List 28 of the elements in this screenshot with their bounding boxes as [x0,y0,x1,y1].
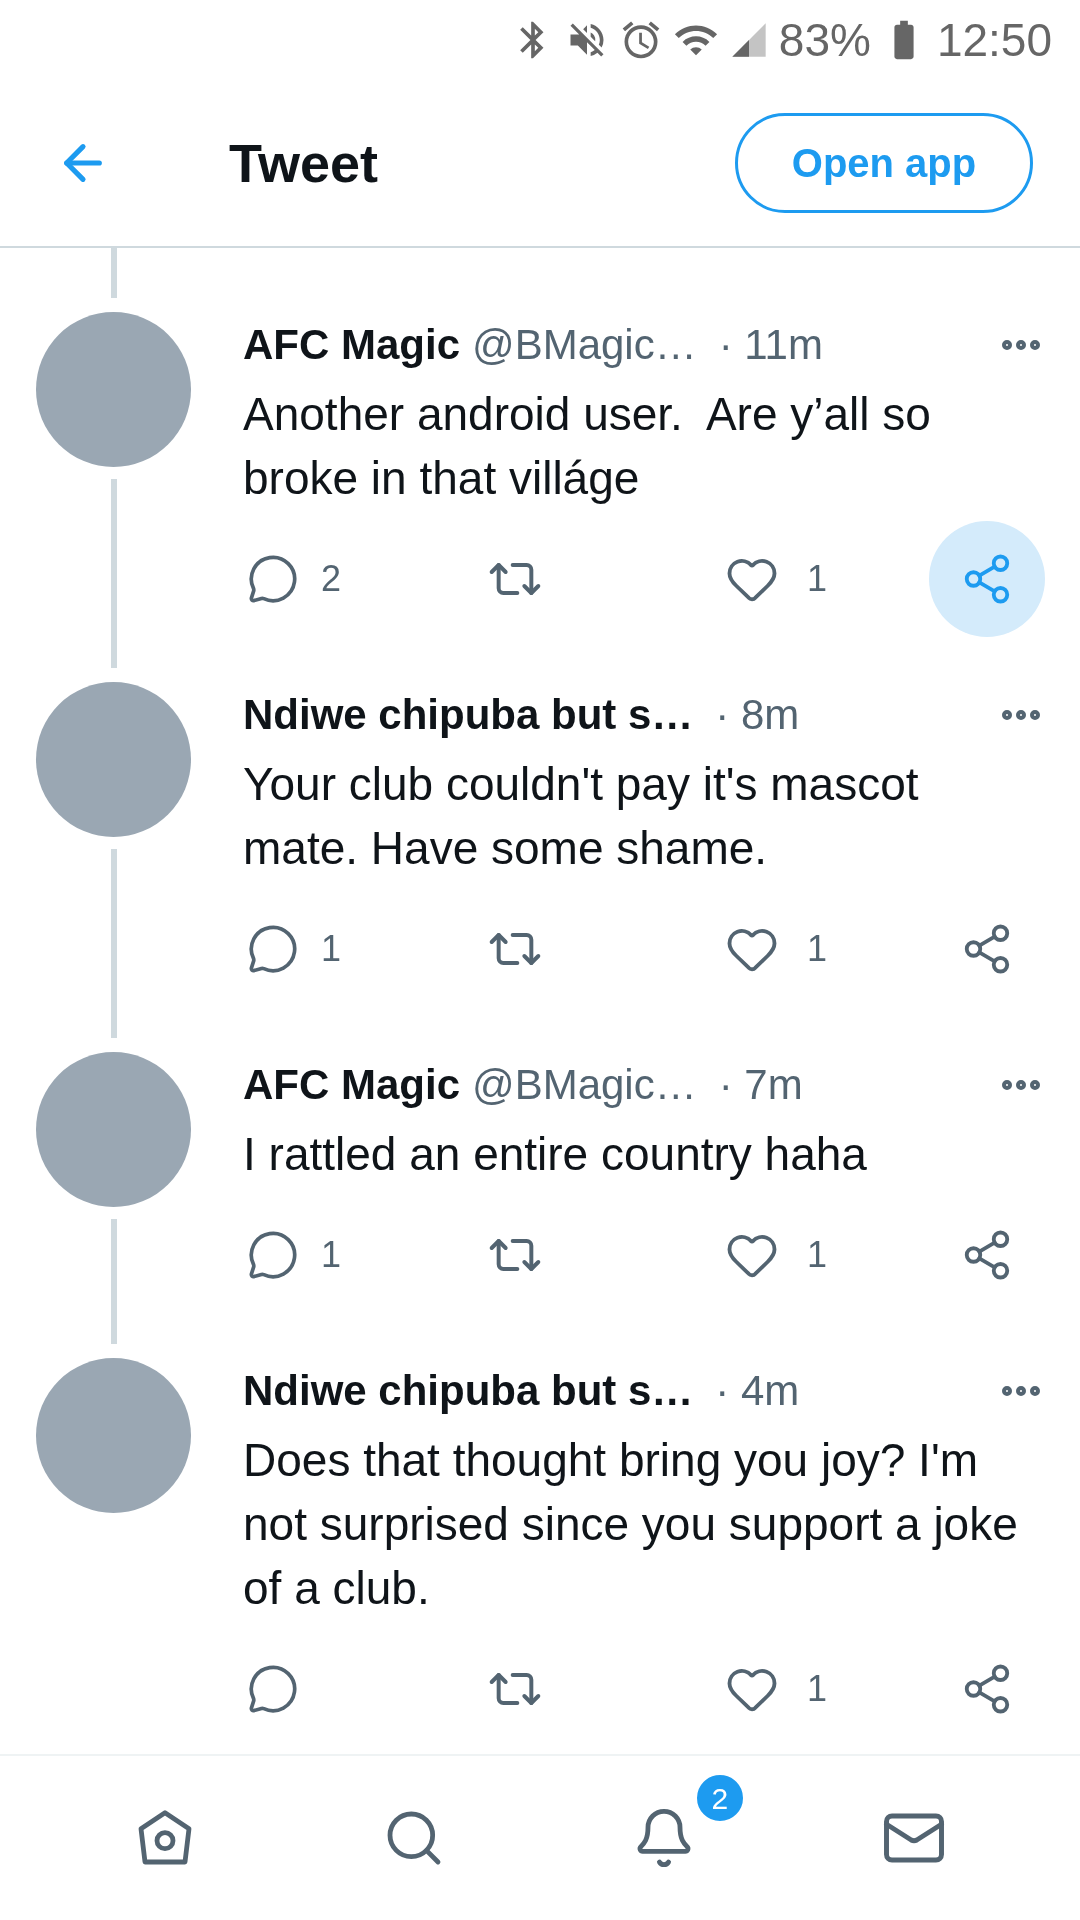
clock-time: 12:50 [936,17,1052,63]
reply-icon[interactable] [247,553,299,605]
reply-count: 1 [321,1233,342,1277]
battery-percentage: 83% [778,17,871,63]
like-count: 1 [807,1233,828,1277]
like-count: 1 [807,927,828,971]
user-handle: @BMagic… [472,1064,697,1106]
reply-icon[interactable] [247,1663,299,1715]
user-name[interactable]: AFC Magic [243,324,460,366]
reply-icon[interactable] [247,923,299,975]
user-name[interactable]: Ndiwe chipuba but s… [243,694,694,736]
tweet-text: Your club couldn't pay it's mascot mate. Have some shame. [243,757,920,876]
tweet-time: · 4m [715,1370,800,1412]
reply-count: 2 [321,557,342,601]
user-name[interactable]: Ndiwe chipuba but s… [243,1370,694,1412]
user-name[interactable]: AFC Magic [243,1064,460,1106]
tweet-text: I rattled an entire country haha [243,1127,868,1182]
tweet-text: Does that thought bring you joy? I'm not surprised since you support a joke of a club. [243,1433,1019,1616]
tweet-text: Another android user. Are y’all so broke in that villáge [243,387,932,506]
tweet-time: · 7m [718,1064,803,1106]
user-handle: @BMagic… [472,324,697,366]
tweet-time: · 8m [715,694,800,736]
like-count: 1 [807,557,828,601]
reply-icon[interactable] [247,1229,299,1281]
like-count: 1 [807,1667,828,1711]
tweet-time: · 11m [718,324,823,366]
page-title: Tweet [229,131,379,195]
reply-count: 1 [321,927,342,971]
